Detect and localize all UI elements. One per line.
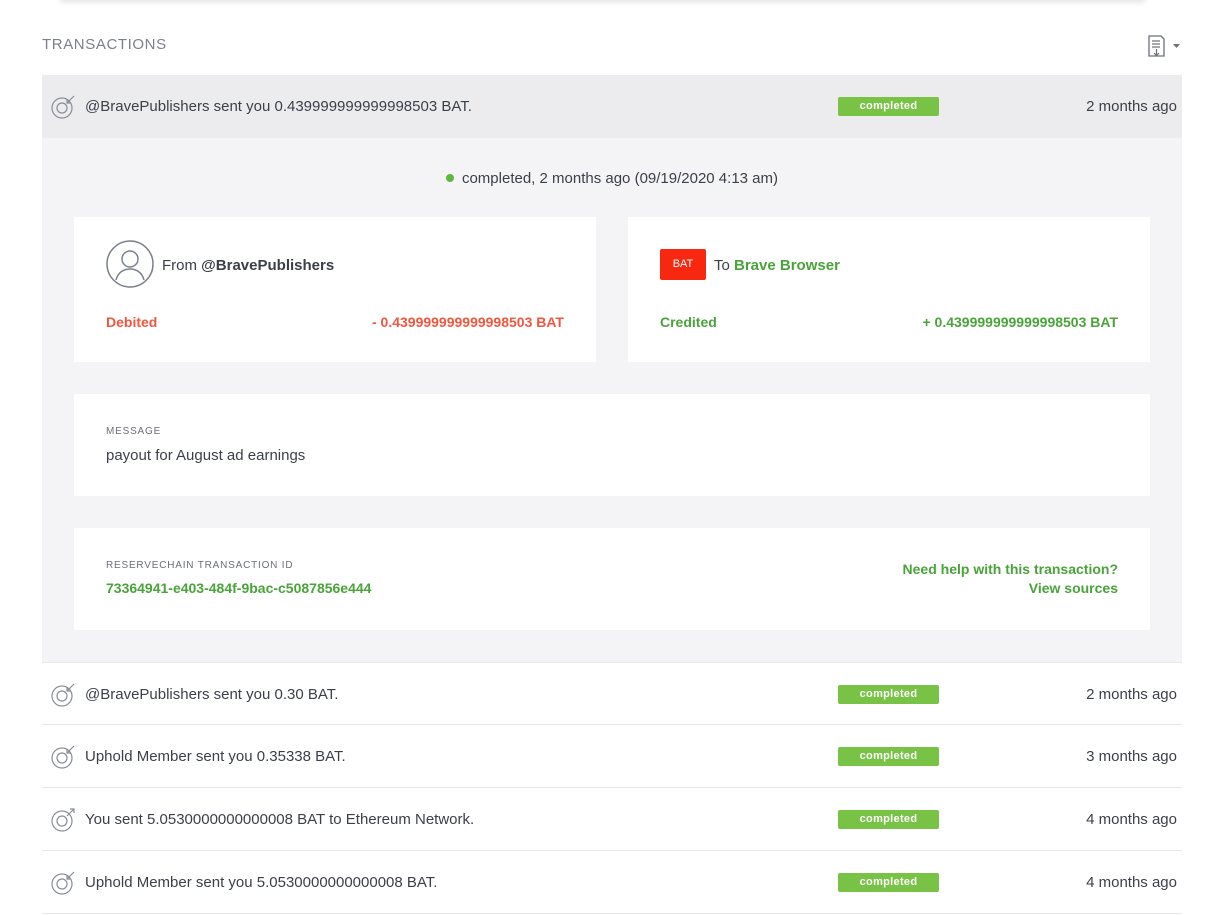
section-title: TRANSACTIONS — [42, 36, 167, 53]
transaction-row[interactable]: @BravePublishers sent you 0.30 BAT. comp… — [42, 662, 1182, 725]
debited-amount: - 0.439999999999998503 BAT — [371, 314, 564, 330]
incoming-transaction-icon — [51, 745, 75, 769]
bat-logo-icon: BAT — [660, 249, 706, 280]
to-label: To Brave Browser — [714, 257, 840, 274]
status-badge: completed — [838, 810, 939, 829]
export-document-icon — [1148, 35, 1180, 57]
from-card: From @BravePublishers Debited - 0.439999… — [74, 217, 596, 362]
status-badge: completed — [838, 685, 939, 704]
help-links: Need help with this transaction? View so… — [903, 560, 1118, 598]
transaction-time: 2 months ago — [1086, 98, 1177, 115]
txid-caption: RESERVECHAIN TRANSACTION ID — [106, 560, 294, 571]
incoming-transaction-icon — [51, 683, 75, 707]
transaction-details: completed, 2 months ago (09/19/2020 4:13… — [42, 138, 1182, 662]
to-prefix: To — [714, 257, 730, 274]
message-card: MESSAGE payout for August ad earnings — [74, 394, 1150, 496]
credited-amount: + 0.439999999999998503 BAT — [922, 314, 1118, 330]
from-prefix: From — [162, 257, 197, 274]
status-badge: completed — [838, 873, 939, 892]
export-button[interactable] — [1146, 32, 1182, 60]
outgoing-transaction-icon — [51, 808, 75, 832]
user-avatar-icon — [106, 240, 154, 288]
transaction-description: Uphold Member sent you 0.35338 BAT. — [85, 748, 346, 765]
transaction-time: 2 months ago — [1086, 686, 1177, 703]
incoming-transaction-icon — [51, 95, 75, 119]
view-sources-link[interactable]: View sources — [903, 579, 1118, 598]
transaction-description: You sent 5.0530000000000008 BAT to Ether… — [85, 811, 475, 828]
status-line: completed, 2 months ago (09/19/2020 4:13… — [42, 170, 1182, 187]
transactions-header: TRANSACTIONS — [42, 35, 1182, 60]
status-dot-icon — [445, 174, 454, 182]
transaction-description: Uphold Member sent you 5.053000000000000… — [85, 874, 438, 891]
transaction-row[interactable]: You sent 5.0530000000000008 BAT to Ether… — [42, 788, 1182, 851]
message-caption: MESSAGE — [106, 426, 162, 437]
transaction-row[interactable]: Uphold Member sent you 0.35338 BAT. comp… — [42, 725, 1182, 788]
transaction-time: 4 months ago — [1086, 811, 1177, 828]
txid-link[interactable]: 73364941-e403-484f-9bac-c5087856e444 — [106, 580, 371, 596]
transaction-row-expanded[interactable]: @BravePublishers sent you 0.439999999999… — [42, 75, 1182, 138]
to-name[interactable]: Brave Browser — [734, 257, 840, 274]
message-text: payout for August ad earnings — [106, 447, 306, 464]
credited-label: Credited — [660, 314, 717, 330]
from-label: From @BravePublishers — [162, 257, 334, 274]
status-badge: completed — [838, 747, 939, 766]
from-name[interactable]: @BravePublishers — [201, 257, 334, 274]
status-badge: completed — [838, 97, 939, 116]
transaction-row[interactable]: Uphold Member sent you 5.053000000000000… — [42, 851, 1182, 914]
to-card: BAT To Brave Browser Credited + 0.439999… — [628, 217, 1150, 362]
help-link[interactable]: Need help with this transaction? — [903, 560, 1118, 579]
transaction-time: 4 months ago — [1086, 874, 1177, 891]
transaction-description: @BravePublishers sent you 0.30 BAT. — [85, 686, 339, 703]
status-text: completed, 2 months ago (09/19/2020 4:13… — [461, 170, 779, 187]
transaction-time: 3 months ago — [1086, 748, 1177, 765]
chevron-down-icon — [1173, 44, 1180, 48]
txid-card: RESERVECHAIN TRANSACTION ID 73364941-e40… — [74, 528, 1150, 630]
transaction-description: @BravePublishers sent you 0.439999999999… — [85, 98, 472, 115]
debited-label: Debited — [106, 314, 158, 330]
incoming-transaction-icon — [51, 871, 75, 895]
